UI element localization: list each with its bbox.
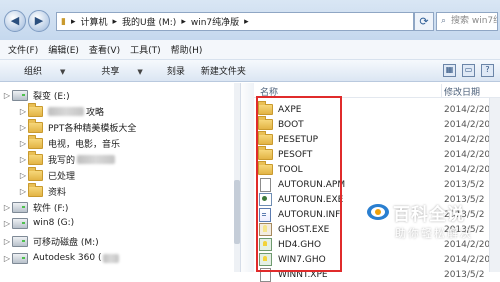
drive-icon [12,217,28,229]
address-chevron-icon: ▸ [70,16,76,27]
drive-icon [12,252,28,264]
watermark-title: 百科全说 [393,205,465,225]
nav-item-label: 攻略 [86,107,105,118]
nav-item-label: 裂变 (E:) [33,91,70,102]
file-date: 2014/2/20 [444,239,491,250]
folder-icon: ▮ [61,16,66,27]
share-button[interactable]: 共享 ▼ [81,64,158,77]
highlight-box [256,96,342,272]
nav-item[interactable]: ▷ 已处理 [18,166,76,183]
expand-arrow-icon[interactable]: ▷ [18,155,28,164]
organize-label: 组织 [24,67,43,77]
drive-icon [12,235,28,247]
drive-icon [12,89,28,101]
column-separator[interactable] [441,84,442,97]
chevron-down-icon: ▼ [60,68,66,76]
folder-icon [28,150,43,165]
navigation-pane: ▷ 裂变 (E:) ▷ 攻略 ▷ PPT各种精美模板大全 ▷ 电视，电影，音乐 ▷ 我写的 ▷ 已处理… [0,83,240,272]
pane-divider[interactable] [240,83,254,272]
breadcrumb-computer[interactable]: 计算机 [80,15,107,28]
nav-item[interactable]: ▷ 可移动磁盘 (M:) [2,233,99,249]
nav-item[interactable]: ▷ 软件 (F:) [2,199,68,215]
folder-icon [28,182,43,197]
menu-tools[interactable]: 工具(T) [125,43,166,56]
menu-view[interactable]: 查看(V) [84,43,125,56]
watermark-logo [367,204,389,220]
file-date: 2014/2/20 [444,134,491,145]
refresh-button[interactable]: ⟳ [414,12,434,31]
menu-file[interactable]: 文件(F) [0,43,43,56]
command-toolbar: 组织 ▼ 共享 ▼ 刻录 新建文件夹 ▦ ▭ ? [0,60,500,82]
nav-item-label: 可移动磁盘 (M:) [33,237,99,248]
expand-arrow-icon[interactable]: ▷ [2,91,12,100]
preview-pane-icon[interactable]: ▭ [462,64,475,77]
nav-item[interactable]: ▷ 攻略 [18,102,105,119]
redacted-text [103,253,120,263]
folder-icon [28,134,43,149]
redacted-text [77,154,116,164]
nav-item-label: 我写的 [48,155,76,166]
watermark-subtitle: 助你轻松解决 [395,227,473,240]
new-folder-button[interactable]: 新建文件夹 [193,64,254,77]
nav-item[interactable]: ▷ 电视，电影，音乐 [18,134,121,151]
file-date: 2014/2/20 [444,254,491,265]
file-date: 2014/2/20 [444,119,491,130]
drive-icon [12,201,28,213]
file-date: 2013/5/2 [444,179,485,190]
nav-item[interactable]: ▷ 我写的 [18,150,116,167]
nav-item-label: 软件 (F:) [33,203,69,214]
help-icon[interactable]: ? [481,64,494,77]
nav-item[interactable]: ▷ PPT各种精美模板大全 [18,118,137,135]
folder-icon [28,118,43,133]
menu-help[interactable]: 帮助(H) [166,43,208,56]
nav-item[interactable]: ▷ Autodesk 360 ( [2,250,120,266]
expand-arrow-icon[interactable]: ▷ [2,219,12,228]
file-date: 2013/5/2 [444,269,485,280]
file-date: 2014/2/20 [444,164,491,175]
expand-arrow-icon[interactable]: ▷ [2,203,12,212]
menu-edit[interactable]: 编辑(E) [43,43,84,56]
share-label: 共享 [101,67,120,77]
expand-arrow-icon[interactable]: ▷ [18,123,28,132]
search-icon: ⌕ [441,16,447,26]
expand-arrow-icon[interactable]: ▷ [18,139,28,148]
forward-button[interactable]: ▶ [28,10,50,32]
view-options-icon[interactable]: ▦ [443,64,456,77]
nav-item-label: Autodesk 360 ( [33,253,102,263]
redacted-text [48,106,84,116]
folder-icon [28,102,43,117]
search-placeholder: 搜索 win7纯净版 [451,16,497,26]
breadcrumb-current-folder[interactable]: win7纯净版 [191,15,239,28]
column-date-modified[interactable]: 修改日期 [444,85,480,98]
file-date: 2014/2/20 [444,149,491,160]
file-date: 2014/2/20 [444,104,491,115]
expand-arrow-icon[interactable]: ▷ [18,107,28,116]
chevron-down-icon: ▼ [137,68,143,76]
nav-item-label: win8 (G:) [33,218,75,228]
address-chevron-icon: ▸ [244,16,249,27]
address-chevron-icon: ▸ [181,16,186,27]
search-input[interactable]: ⌕ 搜索 win7纯净版 [436,12,498,31]
nav-item-label: 资料 [48,187,67,198]
file-list-scrollbar[interactable] [489,98,500,272]
nav-item-label: PPT各种精美模板大全 [48,123,137,134]
folder-icon [28,166,43,181]
address-chevron-icon: ▸ [112,16,118,27]
expand-arrow-icon[interactable]: ▷ [2,237,12,246]
menu-bar: 文件(F) 编辑(E) 查看(V) 工具(T) 帮助(H) [0,40,500,60]
nav-item-label: 电视，电影，音乐 [48,139,121,150]
expand-arrow-icon[interactable]: ▷ [18,171,28,180]
nav-item[interactable]: ▷ 裂变 (E:) [2,87,70,103]
nav-item[interactable]: ▷ 资料 [18,182,67,199]
nav-item[interactable]: ▷ win8 (G:) [2,215,74,231]
expand-arrow-icon[interactable]: ▷ [2,254,12,263]
nav-item-label: 已处理 [48,171,76,182]
burn-button[interactable]: 刻录 [159,64,193,77]
expand-arrow-icon[interactable]: ▷ [18,187,28,196]
breadcrumb-usb-drive[interactable]: 我的U盘 (M:) [122,15,176,28]
back-button[interactable]: ◀ [4,10,26,32]
address-bar[interactable]: ▮ ▸ 计算机 ▸ 我的U盘 (M:) ▸ win7纯净版 ▸ [56,12,414,31]
view-controls: ▦ ▭ ? [443,64,494,77]
organize-button[interactable]: 组织 ▼ [0,64,81,77]
